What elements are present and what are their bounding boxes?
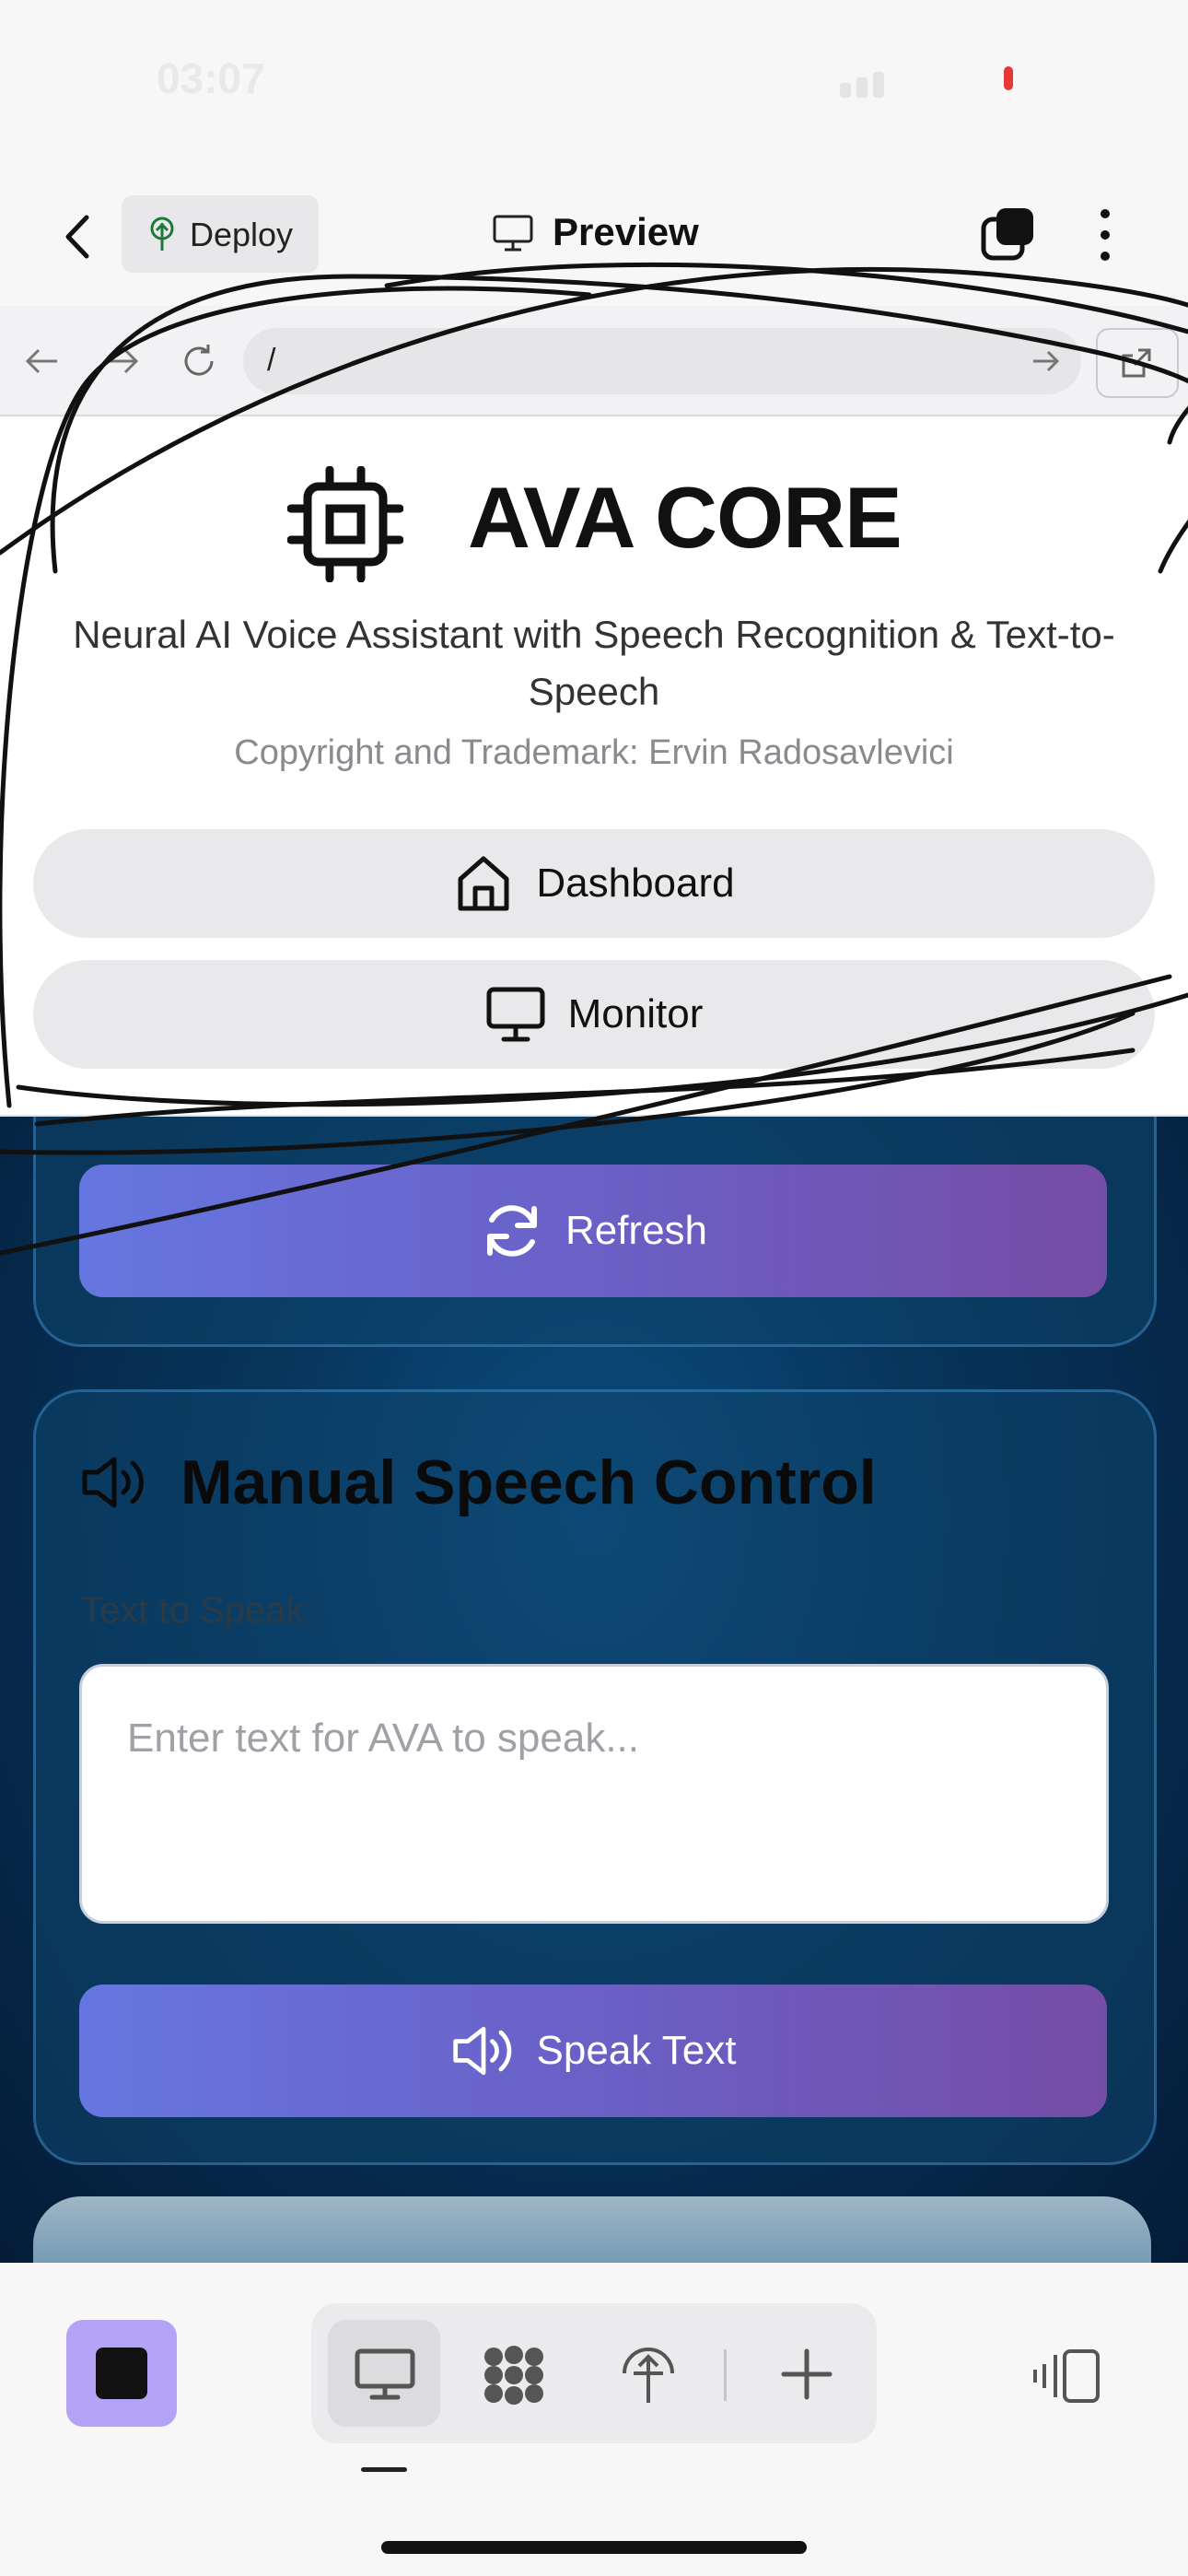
preview-title: Preview	[553, 210, 699, 253]
copyright-text: Copyright and Trademark: Ervin Radosavle…	[234, 733, 954, 772]
cpu-chip-icon	[287, 466, 403, 582]
speaker-icon	[452, 2026, 511, 2076]
chevron-left-icon[interactable]	[46, 205, 111, 269]
preview-icon	[493, 215, 533, 252]
status-time: 03:07	[157, 54, 265, 102]
reload-icon[interactable]	[177, 339, 221, 383]
open-external-button[interactable]	[1096, 328, 1179, 398]
panel-icon[interactable]	[1031, 2346, 1103, 2406]
preview-icon	[355, 2348, 415, 2400]
signal-bar	[856, 77, 868, 98]
add-icon[interactable]	[774, 2344, 840, 2405]
recording-indicator	[1004, 66, 1013, 90]
apps-icon[interactable]	[481, 2344, 547, 2405]
signal-icon	[840, 83, 851, 98]
nav-dashboard-label: Dashboard	[536, 861, 735, 906]
speech-textarea-placeholder: Enter text for AVA to speak...	[127, 1715, 639, 1761]
go-arrow-icon[interactable]	[1030, 343, 1063, 380]
speak-text-button[interactable]: Speak Text	[79, 1985, 1107, 2117]
active-tab-indicator	[361, 2467, 407, 2472]
toolbar-divider	[724, 2349, 727, 2401]
back-arrow-icon[interactable]	[20, 339, 64, 383]
signal-bar	[873, 72, 884, 98]
brand-subtitle: Neural AI Voice Assistant with Speech Re…	[73, 613, 1115, 713]
deploy-icon	[150, 217, 174, 251]
nav-monitor-label: Monitor	[567, 991, 704, 1036]
home-indicator	[381, 2541, 807, 2554]
refresh-label: Refresh	[565, 1208, 708, 1253]
url-input[interactable]	[243, 328, 1081, 394]
speech-textarea[interactable]	[79, 1664, 1109, 1924]
manual-speech-title: Manual Speech Control	[181, 1447, 877, 1517]
speak-text-label: Speak Text	[536, 2028, 737, 2073]
home-icon	[458, 856, 509, 911]
brand-title: AVA CORE	[468, 469, 903, 566]
forward-arrow-icon[interactable]	[99, 339, 144, 383]
deploy-label: Deploy	[190, 216, 294, 253]
refresh-button[interactable]: Refresh	[79, 1165, 1107, 1297]
text-to-speak-label: Text to Speak:	[81, 1590, 315, 1631]
tabs-icon[interactable]	[980, 206, 1035, 262]
nav-dashboard-button[interactable]: Dashboard	[33, 829, 1155, 938]
more-vertical-icon[interactable]	[1090, 205, 1120, 265]
url-text: /	[267, 343, 276, 378]
deploy-icon[interactable]	[615, 2344, 681, 2405]
speaker-icon	[82, 1457, 144, 1508]
refresh-icon	[486, 1205, 537, 1257]
monitor-icon	[486, 987, 545, 1042]
external-link-icon	[1122, 348, 1151, 378]
stop-icon	[96, 2348, 147, 2399]
nav-monitor-button[interactable]: Monitor	[33, 960, 1155, 1069]
